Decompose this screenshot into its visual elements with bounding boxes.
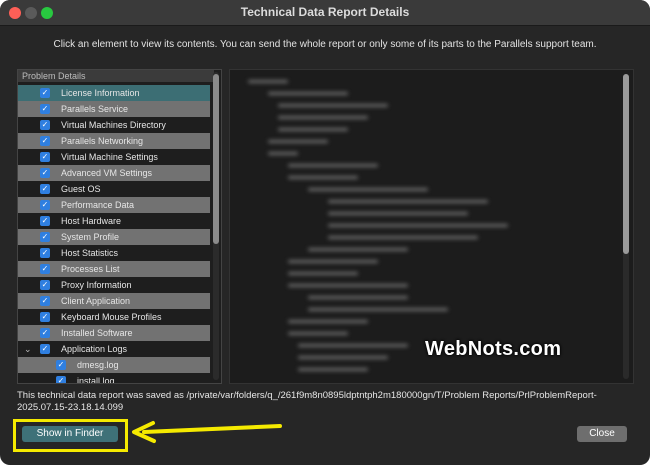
tree-item[interactable]: ✓ License Information [18, 85, 210, 101]
tree-item[interactable]: ✓ Proxy Information [18, 277, 210, 293]
show-in-finder-button[interactable]: Show in Finder [22, 426, 118, 442]
tree-item-label: License Information [61, 88, 140, 98]
checkbox-icon[interactable]: ✓ [40, 200, 50, 210]
tree-item-label: Host Statistics [61, 248, 119, 258]
instruction-text: Click an element to view its contents. Y… [53, 39, 597, 50]
checkbox-icon[interactable]: ✓ [40, 120, 50, 130]
tree-item[interactable]: ✓ Installed Software [18, 325, 210, 341]
tree-item[interactable]: ✓ Host Hardware [18, 213, 210, 229]
tree-item-label: Installed Software [61, 328, 133, 338]
checkbox-icon[interactable]: ✓ [40, 312, 50, 322]
report-window: Technical Data Report Details Click an e… [0, 0, 650, 465]
tree-item-label: Guest OS [61, 184, 101, 194]
content-scroll-thumb[interactable] [623, 74, 629, 254]
checkbox-icon[interactable]: ✓ [40, 136, 50, 146]
tree-header: Problem Details [18, 70, 214, 82]
checkbox-icon[interactable]: ✓ [40, 216, 50, 226]
tree-item[interactable]: ✓ System Profile [18, 229, 210, 245]
tree-item[interactable]: ✓ Parallels Networking [18, 133, 210, 149]
tree-item[interactable]: ✓ Performance Data [18, 197, 210, 213]
chevron-down-icon[interactable]: ⌄ [24, 341, 32, 357]
tree-item-application-logs[interactable]: ⌄ ✓ Application Logs [18, 341, 210, 357]
checkbox-icon[interactable]: ✓ [40, 104, 50, 114]
tree-item[interactable]: ✓ Parallels Service [18, 101, 210, 117]
tree-item[interactable]: ✓ Client Application [18, 293, 210, 309]
tree-item-label: dmesg.log [77, 360, 119, 370]
window-title: Technical Data Report Details [240, 5, 410, 19]
tree-item[interactable]: ✓ Virtual Machine Settings [18, 149, 210, 165]
content-scrollbar[interactable] [623, 74, 629, 379]
tree-item-label: Parallels Service [61, 104, 129, 114]
close-button[interactable]: Close [577, 426, 627, 442]
tree-item-label: install.log [77, 376, 115, 384]
checkbox-icon[interactable]: ✓ [56, 360, 66, 370]
tree-item-label: Proxy Information [61, 280, 132, 290]
tree-item[interactable]: ✓ Advanced VM Settings [18, 165, 210, 181]
tree-item-label: Advanced VM Settings [61, 168, 153, 178]
checkbox-icon[interactable]: ✓ [40, 184, 50, 194]
checkbox-icon[interactable]: ✓ [40, 248, 50, 258]
report-content-pane[interactable] [229, 69, 634, 384]
tree-item[interactable]: ✓ Virtual Machines Directory [18, 117, 210, 133]
tree-item[interactable]: ✓ Guest OS [18, 181, 210, 197]
checkbox-icon[interactable]: ✓ [40, 88, 50, 98]
tree-item-label: Application Logs [61, 344, 128, 354]
tree-scroll-thumb[interactable] [213, 74, 219, 244]
annotation-arrow-icon [132, 421, 282, 443]
tree-item-label: Performance Data [61, 200, 135, 210]
checkbox-icon[interactable]: ✓ [40, 280, 50, 290]
tree-item[interactable]: ✓ dmesg.log [18, 357, 210, 373]
tree-item-label: System Profile [61, 232, 120, 242]
tree-item[interactable]: ✓ Keyboard Mouse Profiles [18, 309, 210, 325]
tree-item-label: Keyboard Mouse Profiles [61, 312, 162, 322]
tree-item-label: Processes List [61, 264, 120, 274]
checkbox-icon[interactable]: ✓ [40, 152, 50, 162]
checkbox-icon[interactable]: ✓ [40, 328, 50, 338]
title-bar: Technical Data Report Details [0, 0, 650, 26]
problem-details-tree[interactable]: Problem Details ✓ License Information ✓ … [17, 69, 222, 384]
tree-item[interactable]: ✓ Processes List [18, 261, 210, 277]
tree-scrollbar[interactable] [213, 72, 219, 380]
tree-item-label: Client Application [61, 296, 131, 306]
blurred-report-text [248, 80, 608, 380]
checkbox-icon[interactable]: ✓ [40, 344, 50, 354]
checkbox-icon[interactable]: ✓ [40, 168, 50, 178]
watermark: WebNots.com [425, 338, 562, 360]
checkbox-icon[interactable]: ✓ [40, 232, 50, 242]
checkbox-icon[interactable]: ✓ [40, 296, 50, 306]
tree-item-label: Virtual Machine Settings [61, 152, 158, 162]
tree-item-label: Host Hardware [61, 216, 122, 226]
saved-report-path: This technical data report was saved as … [17, 390, 597, 413]
tree-item[interactable]: ✓ Host Statistics [18, 245, 210, 261]
checkbox-icon[interactable]: ✓ [56, 376, 66, 383]
checkbox-icon[interactable]: ✓ [40, 264, 50, 274]
tree-item[interactable]: ✓ install.log [18, 373, 210, 384]
tree-item-label: Virtual Machines Directory [61, 120, 166, 130]
tree-item-label: Parallels Networking [61, 136, 144, 146]
